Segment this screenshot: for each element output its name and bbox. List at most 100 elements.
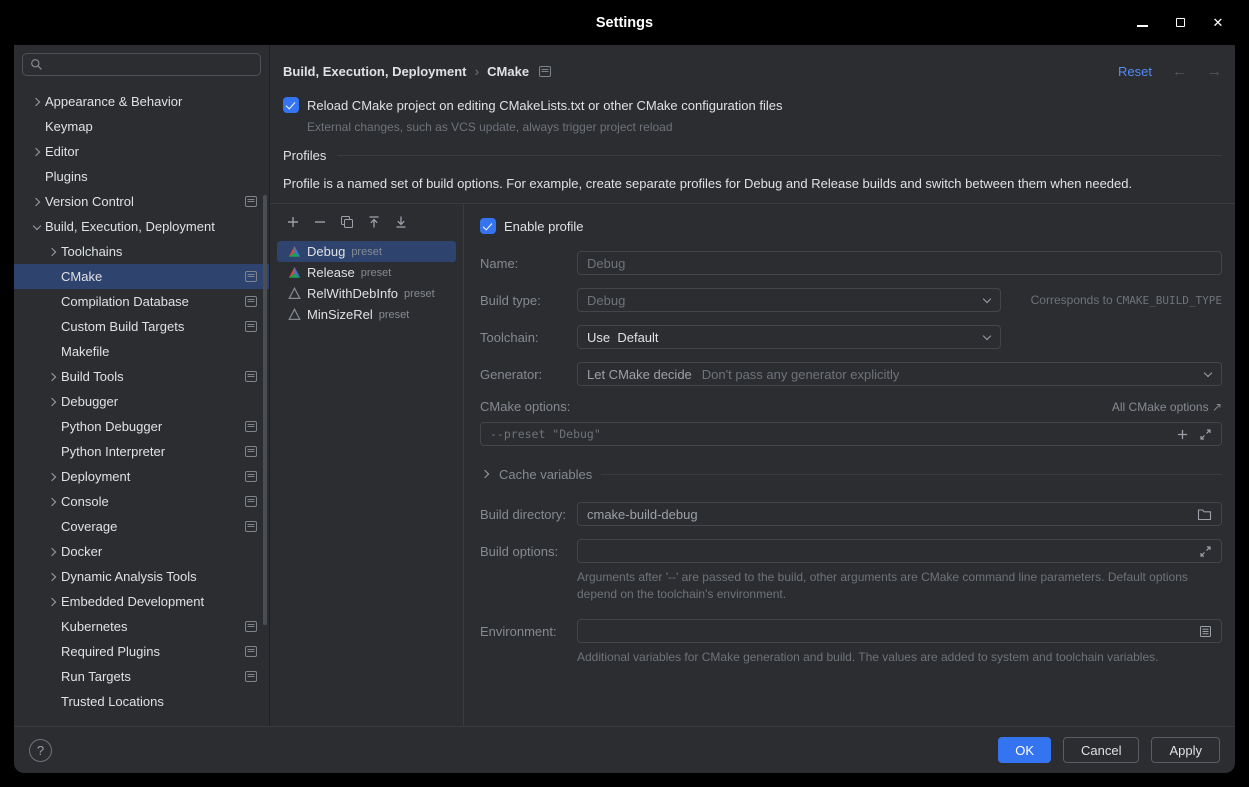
add-profile-button[interactable] [285, 214, 301, 230]
sidebar-item-label: Toolchains [61, 244, 257, 259]
build-type-select[interactable]: Debug [577, 288, 1001, 312]
profile-item-release[interactable]: Release preset [277, 262, 456, 283]
all-cmake-options-link[interactable]: All CMake options ↗ [1112, 400, 1222, 414]
sidebar-item-cmake[interactable]: CMake [14, 264, 269, 289]
breadcrumb-parent[interactable]: Build, Execution, Deployment [283, 64, 466, 79]
cmake-build-type-code: CMAKE_BUILD_TYPE [1116, 294, 1222, 307]
sidebar-item-required-plugins[interactable]: Required Plugins [14, 639, 269, 664]
sidebar-item-label: Console [61, 494, 237, 509]
help-button[interactable]: ? [29, 739, 52, 762]
build-options-input[interactable] [577, 539, 1222, 563]
editor-badge-icon [245, 621, 257, 632]
maximize-button[interactable] [1165, 8, 1195, 38]
sidebar-item-label: Compilation Database [61, 294, 237, 309]
sidebar-item-compilation-database[interactable]: Compilation Database [14, 289, 269, 314]
sidebar-item-build-tools[interactable]: Build Tools [14, 364, 269, 389]
maximize-icon [1176, 18, 1185, 27]
folder-icon[interactable] [1197, 508, 1212, 521]
build-directory-input[interactable]: cmake-build-debug [577, 502, 1222, 526]
sidebar-item-run-targets[interactable]: Run Targets [14, 664, 269, 689]
sidebar-item-kubernetes[interactable]: Kubernetes [14, 614, 269, 639]
window-controls: ✕ [1127, 0, 1233, 45]
minimize-button[interactable] [1127, 8, 1157, 38]
editor-badge-icon [245, 296, 257, 307]
name-input[interactable]: Debug [577, 251, 1222, 275]
profile-item-relwithdebinfo[interactable]: RelWithDebInfo preset [277, 283, 456, 304]
sidebar-item-appearance-behavior[interactable]: Appearance & Behavior [14, 89, 269, 114]
chevron-right-icon [28, 225, 45, 229]
profile-suffix: preset [361, 267, 392, 279]
sidebar-item-trusted-locations[interactable]: Trusted Locations [14, 689, 269, 714]
env-variables-icon[interactable] [1199, 625, 1212, 638]
profiles-panel: Debug preset Release preset Re [270, 203, 1235, 726]
build-type-label: Build type: [480, 293, 577, 308]
sidebar-item-coverage[interactable]: Coverage [14, 514, 269, 539]
generator-select[interactable]: Let CMake decide Don't pass any generato… [577, 362, 1222, 386]
expand-field-icon[interactable] [1199, 545, 1212, 558]
settings-search-box[interactable] [22, 53, 261, 76]
sidebar-item-label: Plugins [45, 169, 257, 184]
cache-variables-label: Cache variables [499, 467, 592, 482]
sidebar-item-version-control[interactable]: Version Control [14, 189, 269, 214]
profiles-section-header: Profiles [270, 133, 1235, 163]
add-option-icon[interactable] [1176, 428, 1189, 441]
enable-profile-checkbox[interactable] [480, 218, 496, 234]
copy-profile-button[interactable] [339, 214, 355, 230]
toolchain-select[interactable]: Use Default [577, 325, 1001, 349]
sidebar-item-label: Kubernetes [61, 619, 237, 634]
cmake-options-label: CMake options: [480, 399, 570, 414]
reload-cmake-checkbox[interactable] [283, 97, 299, 113]
ok-button[interactable]: OK [998, 737, 1051, 763]
editor-badge-icon [245, 271, 257, 282]
sidebar-item-python-debugger[interactable]: Python Debugger [14, 414, 269, 439]
sidebar-item-label: CMake [61, 269, 237, 284]
profile-item-minsizerel[interactable]: MinSizeRel preset [277, 304, 456, 325]
sidebar-item-python-interpreter[interactable]: Python Interpreter [14, 439, 269, 464]
sidebar-item-custom-build-targets[interactable]: Custom Build Targets [14, 314, 269, 339]
move-profile-down-button[interactable] [393, 214, 409, 230]
cache-variables-toggle[interactable]: Cache variables [480, 463, 1222, 485]
apply-button[interactable]: Apply [1151, 737, 1220, 763]
sidebar-item-editor[interactable]: Editor [14, 139, 269, 164]
expand-field-icon[interactable] [1199, 428, 1212, 441]
sidebar-item-label: Run Targets [61, 669, 237, 684]
sidebar-item-label: Python Interpreter [61, 444, 237, 459]
move-profile-up-button[interactable] [366, 214, 382, 230]
forward-arrow-icon[interactable]: → [1207, 63, 1222, 80]
environment-input[interactable] [577, 619, 1222, 643]
cmake-options-input[interactable]: --preset "Debug" [480, 422, 1222, 446]
profiles-title: Profiles [283, 148, 326, 163]
sidebar-item-toolchains[interactable]: Toolchains [14, 239, 269, 264]
chevron-right-icon [44, 549, 61, 555]
cancel-button[interactable]: Cancel [1063, 737, 1139, 763]
sidebar-item-console[interactable]: Console [14, 489, 269, 514]
sidebar-item-debugger[interactable]: Debugger [14, 389, 269, 414]
sidebar-item-embedded-development[interactable]: Embedded Development [14, 589, 269, 614]
reset-link[interactable]: Reset [1118, 64, 1152, 79]
titlebar: Settings ✕ [0, 0, 1249, 45]
profile-item-debug[interactable]: Debug preset [277, 241, 456, 262]
profiles-description: Profile is a named set of build options.… [270, 163, 1235, 203]
close-button[interactable]: ✕ [1203, 8, 1233, 38]
toolchain-value: Use Default [587, 330, 659, 345]
back-arrow-icon[interactable]: ← [1172, 63, 1187, 80]
sidebar-item-label: Deployment [61, 469, 237, 484]
editor-badge-icon [245, 446, 257, 457]
breadcrumb-current[interactable]: CMake [487, 64, 529, 79]
sidebar-item-label: Editor [45, 144, 257, 159]
sidebar-item-docker[interactable]: Docker [14, 539, 269, 564]
search-input[interactable] [49, 57, 253, 72]
sidebar-item-deployment[interactable]: Deployment [14, 464, 269, 489]
remove-profile-button[interactable] [312, 214, 328, 230]
sidebar-item-dynamic-analysis-tools[interactable]: Dynamic Analysis Tools [14, 564, 269, 589]
sidebar-item-label: Embedded Development [61, 594, 257, 609]
content-header: Build, Execution, Deployment › CMake Res… [270, 45, 1235, 93]
sidebar-item-build-execution-deployment[interactable]: Build, Execution, Deployment [14, 214, 269, 239]
editor-badge-icon [245, 471, 257, 482]
generator-value: Let CMake decide [587, 367, 692, 382]
profile-name: Release [307, 265, 355, 280]
sidebar-item-plugins[interactable]: Plugins [14, 164, 269, 189]
sidebar-item-keymap[interactable]: Keymap [14, 114, 269, 139]
sidebar-item-makefile[interactable]: Makefile [14, 339, 269, 364]
sidebar-scrollbar[interactable] [263, 195, 267, 625]
